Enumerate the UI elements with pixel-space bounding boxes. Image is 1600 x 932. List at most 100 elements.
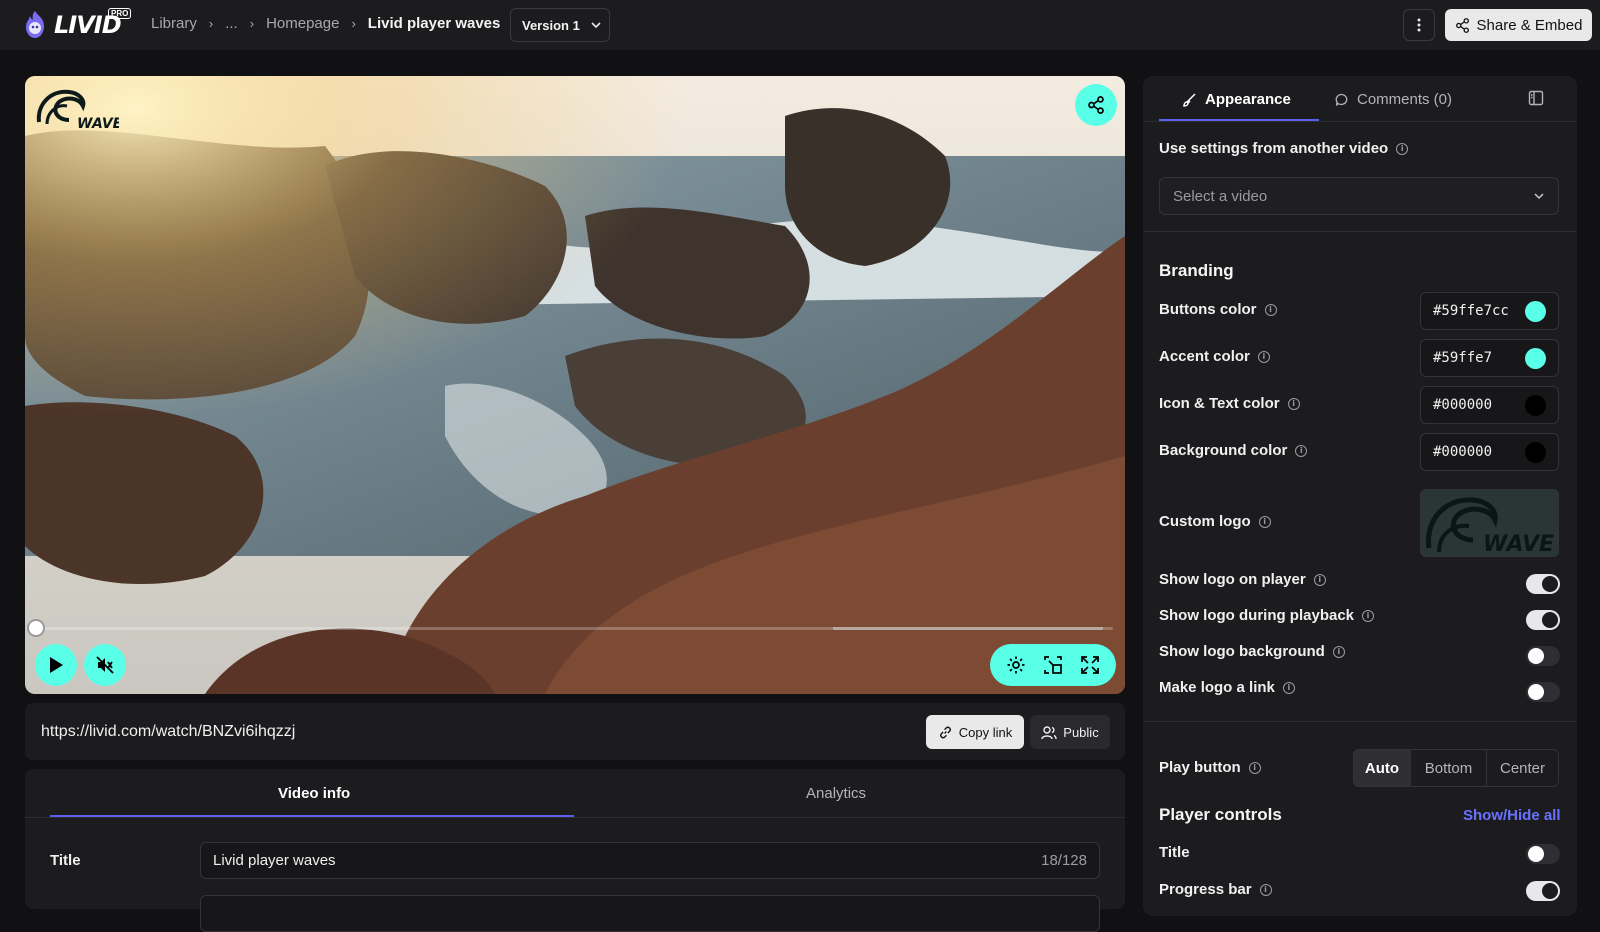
brush-icon xyxy=(1183,92,1196,107)
copy-link-label: Copy link xyxy=(958,724,1013,740)
info-icon[interactable]: i xyxy=(1396,142,1409,155)
description-input[interactable] xyxy=(200,895,1100,932)
version-dropdown[interactable]: Version 1 xyxy=(510,8,610,42)
play-button-option-auto[interactable]: Auto xyxy=(1354,750,1410,786)
custom-logo-upload[interactable]: WAVE xyxy=(1420,489,1559,557)
show-logo-on-player-label: Show logo on player i xyxy=(1159,571,1326,588)
divider xyxy=(1143,231,1577,232)
select-video-placeholder: Select a video xyxy=(1173,187,1268,205)
mute-button[interactable] xyxy=(84,644,126,686)
pro-badge: PRO xyxy=(108,8,132,19)
show-logo-during-playback-toggle[interactable] xyxy=(1526,610,1560,630)
background-color-label: Background color i xyxy=(1159,442,1308,459)
wave-logo-icon: WAVE xyxy=(1426,497,1554,556)
info-icon[interactable]: i xyxy=(1313,573,1326,586)
info-icon[interactable]: i xyxy=(1287,397,1300,410)
make-logo-link-toggle[interactable] xyxy=(1526,682,1560,702)
buttons-color-label: Buttons color i xyxy=(1159,301,1277,318)
breadcrumb-homepage[interactable]: Homepage xyxy=(266,15,339,32)
buttons-color-swatch[interactable] xyxy=(1525,300,1546,322)
icon-text-color-field[interactable]: #000000 xyxy=(1420,386,1559,424)
settings-gear-icon[interactable] xyxy=(1006,655,1026,675)
progress-thumb[interactable] xyxy=(27,619,45,637)
tab-appearance-label: Appearance xyxy=(1205,91,1291,108)
info-icon[interactable]: i xyxy=(1259,883,1272,896)
progress-bar[interactable] xyxy=(36,627,1113,630)
share-icon xyxy=(1455,17,1469,33)
player-controls-title: Player controls xyxy=(1159,805,1282,824)
progress-buffer xyxy=(832,627,1103,630)
fullscreen-icon[interactable] xyxy=(1080,655,1100,675)
player-right-controls xyxy=(990,644,1116,686)
version-label: Version 1 xyxy=(522,17,580,33)
title-control-toggle[interactable] xyxy=(1526,844,1560,864)
play-button[interactable] xyxy=(35,644,77,686)
player-share-button[interactable] xyxy=(1075,84,1117,126)
share-icon xyxy=(1088,96,1104,114)
use-settings-text: Use settings from another video xyxy=(1159,140,1389,157)
accent-color-swatch[interactable] xyxy=(1525,347,1546,369)
wave-logo-icon: WAVE xyxy=(36,89,123,132)
select-video-dropdown[interactable]: Select a video xyxy=(1159,177,1559,215)
info-icon[interactable]: i xyxy=(1248,761,1261,774)
custom-logo-text: Custom logo xyxy=(1159,513,1251,530)
show-logo-on-player-toggle[interactable] xyxy=(1526,574,1560,594)
tab-analytics[interactable]: Analytics xyxy=(806,785,866,802)
tab-comments-label: Comments (0) xyxy=(1357,91,1453,108)
title-input[interactable]: Livid player waves 18/128 xyxy=(200,842,1100,879)
show-logo-background-toggle[interactable] xyxy=(1526,646,1560,666)
toggle-knob xyxy=(1528,648,1544,664)
background-color-swatch[interactable] xyxy=(1525,441,1546,463)
more-vertical-icon xyxy=(1417,18,1421,32)
info-icon[interactable]: i xyxy=(1362,609,1375,622)
collapse-panel-button[interactable] xyxy=(1528,90,1544,111)
play-button-option-bottom[interactable]: Bottom xyxy=(1410,750,1486,786)
tab-video-info[interactable]: Video info xyxy=(278,785,350,802)
video-url[interactable]: https://livid.com/watch/BNZvi6ihqzzj xyxy=(41,723,295,741)
livid-flame-icon xyxy=(26,11,44,38)
visibility-label: Public xyxy=(1063,724,1099,740)
share-embed-button[interactable]: Share & Embed xyxy=(1445,9,1592,41)
comment-icon xyxy=(1335,93,1348,106)
info-icon[interactable]: i xyxy=(1282,681,1295,694)
toggle-knob xyxy=(1528,846,1544,862)
info-icon[interactable]: i xyxy=(1332,645,1345,658)
progress-bar-control-toggle[interactable] xyxy=(1526,881,1560,901)
background-color-field[interactable]: #000000 xyxy=(1420,433,1559,471)
more-options-button[interactable] xyxy=(1403,9,1435,41)
show-logo-on-player-text: Show logo on player xyxy=(1159,571,1306,588)
divider xyxy=(25,817,1125,818)
option-label: Center xyxy=(1499,759,1546,777)
show-hide-all-link[interactable]: Show/Hide all xyxy=(1463,807,1561,824)
visibility-button[interactable]: Public xyxy=(1030,715,1110,749)
breadcrumb-ellipsis[interactable]: ... xyxy=(225,15,238,32)
make-logo-link-label: Make logo a link i xyxy=(1159,679,1295,696)
title-field-label: Title xyxy=(50,852,81,869)
accent-color-field[interactable]: #59ffe7 xyxy=(1420,339,1559,377)
tab-comments[interactable]: Comments (0) xyxy=(1335,91,1452,108)
info-icon[interactable]: i xyxy=(1264,303,1277,316)
buttons-color-field[interactable]: #59ffe7cc xyxy=(1420,292,1559,330)
icon-text-color-swatch[interactable] xyxy=(1525,394,1546,416)
play-button-option-center[interactable]: Center xyxy=(1486,750,1558,786)
share-embed-label: Share & Embed xyxy=(1476,16,1583,34)
icon-text-color-text: Icon & Text color xyxy=(1159,395,1280,412)
tab-appearance[interactable]: Appearance xyxy=(1183,91,1291,108)
copy-link-button[interactable]: Copy link xyxy=(926,715,1024,749)
option-label: Bottom xyxy=(1424,759,1473,777)
info-icon[interactable]: i xyxy=(1258,515,1271,528)
breadcrumb-current: Livid player waves xyxy=(367,15,501,32)
chevron-right-icon: › xyxy=(249,16,255,31)
progress-bar-control-text: Progress bar xyxy=(1159,881,1252,898)
livid-logo[interactable]: LIVID PRO xyxy=(22,8,132,40)
toggle-knob xyxy=(1542,883,1558,899)
custom-logo-label: Custom logo i xyxy=(1159,513,1271,530)
info-icon[interactable]: i xyxy=(1257,350,1270,363)
play-button-label: Play button i xyxy=(1159,759,1261,776)
show-logo-during-playback-label: Show logo during playback i xyxy=(1159,607,1375,624)
option-label: Auto xyxy=(1364,759,1400,777)
picture-in-picture-icon[interactable] xyxy=(1043,655,1063,675)
info-icon[interactable]: i xyxy=(1295,444,1308,457)
video-player[interactable]: WAVE xyxy=(25,76,1125,694)
breadcrumb-library[interactable]: Library xyxy=(151,15,197,32)
